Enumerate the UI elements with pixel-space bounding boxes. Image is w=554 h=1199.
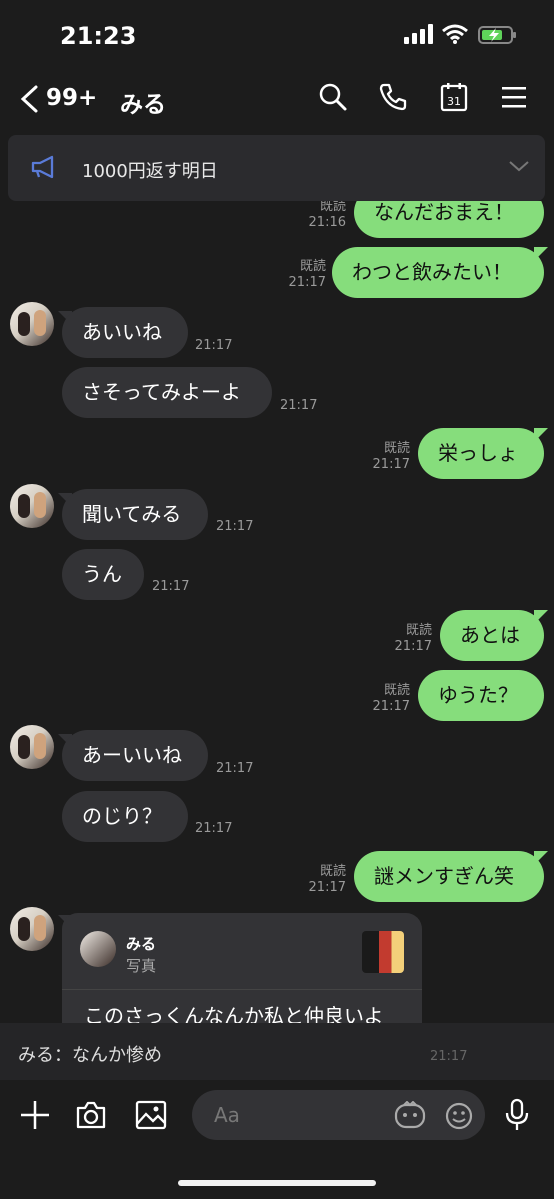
message-time: 21:17: [394, 639, 432, 654]
card-divider: [62, 989, 422, 990]
chat-messages[interactable]: なんだおまえ！ 既読 21:16 わつと飲みたい！ 既読 21:17 あいいね …: [0, 201, 554, 1023]
message-bubble-incoming[interactable]: のじり？: [62, 791, 188, 842]
status-bar: 21:23: [0, 0, 554, 70]
message-time: 21:17: [152, 579, 190, 594]
search-icon[interactable]: [318, 82, 348, 112]
message-meta: 既読 21:16: [286, 201, 346, 231]
message-time: 21:17: [372, 699, 410, 714]
cellular-signal-icon: [404, 24, 433, 44]
message-bubble-outgoing[interactable]: ゆうた？: [418, 670, 544, 721]
read-receipt: 既読: [383, 441, 410, 456]
chevron-down-icon[interactable]: [508, 159, 530, 173]
message-time: 21:17: [216, 761, 254, 776]
unread-count[interactable]: 99+: [46, 85, 97, 111]
camera-icon[interactable]: [74, 1098, 108, 1132]
card-sender-name: みる: [126, 935, 157, 953]
card-avatar: [80, 931, 116, 967]
read-receipt: 既読: [405, 623, 432, 638]
message-time: 21:17: [308, 880, 346, 895]
svg-text:31: 31: [447, 95, 461, 108]
message-meta: 既読 21:17: [350, 441, 410, 473]
message-bubble-outgoing[interactable]: わつと飲みたい！: [332, 247, 544, 298]
bubble-tail: [534, 428, 548, 442]
message-bubble-incoming[interactable]: あいいね: [62, 307, 188, 358]
message-meta: 既読 21:17: [372, 623, 432, 655]
message-time: 21:16: [308, 215, 346, 230]
message-time: 21:17: [372, 457, 410, 472]
message-bubble-incoming[interactable]: 聞いてみる: [62, 489, 208, 540]
wifi-icon: [442, 24, 468, 44]
new-message-preview[interactable]: みる：なんか惨め 21:17: [0, 1023, 554, 1080]
message-meta: 既読 21:17: [350, 683, 410, 715]
message-bubble-incoming[interactable]: あーいいね: [62, 730, 208, 781]
preview-text: みる：なんか惨め: [18, 1045, 162, 1066]
plus-icon[interactable]: [18, 1098, 52, 1132]
message-meta: 既読 21:17: [286, 864, 346, 896]
chat-title: みる: [120, 92, 166, 118]
home-indicator: [178, 1180, 376, 1186]
message-input-placeholder: Aa: [214, 1103, 240, 1127]
status-time: 21:23: [60, 22, 137, 50]
menu-icon[interactable]: [500, 84, 528, 110]
message-time: 21:17: [195, 821, 233, 836]
announcement-banner[interactable]: 1000円返す明日: [8, 135, 545, 201]
message-bubble-outgoing[interactable]: あとは: [440, 610, 544, 661]
phone-icon[interactable]: [378, 82, 408, 112]
bubble-tail: [534, 247, 548, 261]
message-bubble-incoming[interactable]: うん: [62, 549, 144, 600]
read-receipt: 既読: [319, 201, 346, 214]
reply-card[interactable]: みる 写真 このさっくんなんか私と仲良いよ: [62, 913, 422, 1023]
message-bubble-incoming[interactable]: さそってみよーよ: [62, 367, 272, 418]
calendar-icon[interactable]: 31: [440, 82, 468, 112]
read-receipt: 既読: [299, 259, 326, 274]
message-bubble-outgoing[interactable]: 栄っしょ: [418, 428, 544, 479]
announcement-text: 1000円返す明日: [82, 161, 218, 182]
battery-icon: [478, 26, 516, 44]
card-content-type: 写真: [126, 957, 157, 975]
message-bubble-outgoing[interactable]: 謎メンすぎん笑: [354, 851, 544, 902]
message-time: 21:17: [216, 519, 254, 534]
read-receipt: 既読: [383, 683, 410, 698]
back-chevron-icon[interactable]: [18, 84, 40, 114]
avatar[interactable]: [10, 725, 54, 769]
card-message-text: このさっくんなんか私と仲良いよ: [84, 1004, 384, 1023]
emoji-icon[interactable]: [444, 1101, 474, 1131]
avatar[interactable]: [10, 907, 54, 951]
message-meta: 既読 21:17: [266, 259, 326, 291]
chat-header: 99+ みる 31: [0, 70, 554, 130]
sticker-icon[interactable]: [394, 1101, 426, 1129]
message-time: 21:17: [288, 275, 326, 290]
image-icon[interactable]: [134, 1098, 168, 1132]
mic-icon[interactable]: [504, 1098, 530, 1132]
bubble-tail: [534, 610, 548, 624]
message-bubble-outgoing[interactable]: なんだおまえ！: [354, 201, 544, 238]
avatar[interactable]: [10, 484, 54, 528]
bubble-tail: [534, 851, 548, 865]
message-time: 21:17: [280, 398, 318, 413]
message-time: 21:17: [195, 338, 233, 353]
card-photo-thumbnail[interactable]: [362, 931, 404, 973]
megaphone-icon: [31, 155, 54, 179]
message-input[interactable]: Aa: [192, 1090, 485, 1140]
read-receipt: 既読: [319, 864, 346, 879]
preview-time: 21:17: [430, 1049, 468, 1064]
avatar[interactable]: [10, 302, 54, 346]
